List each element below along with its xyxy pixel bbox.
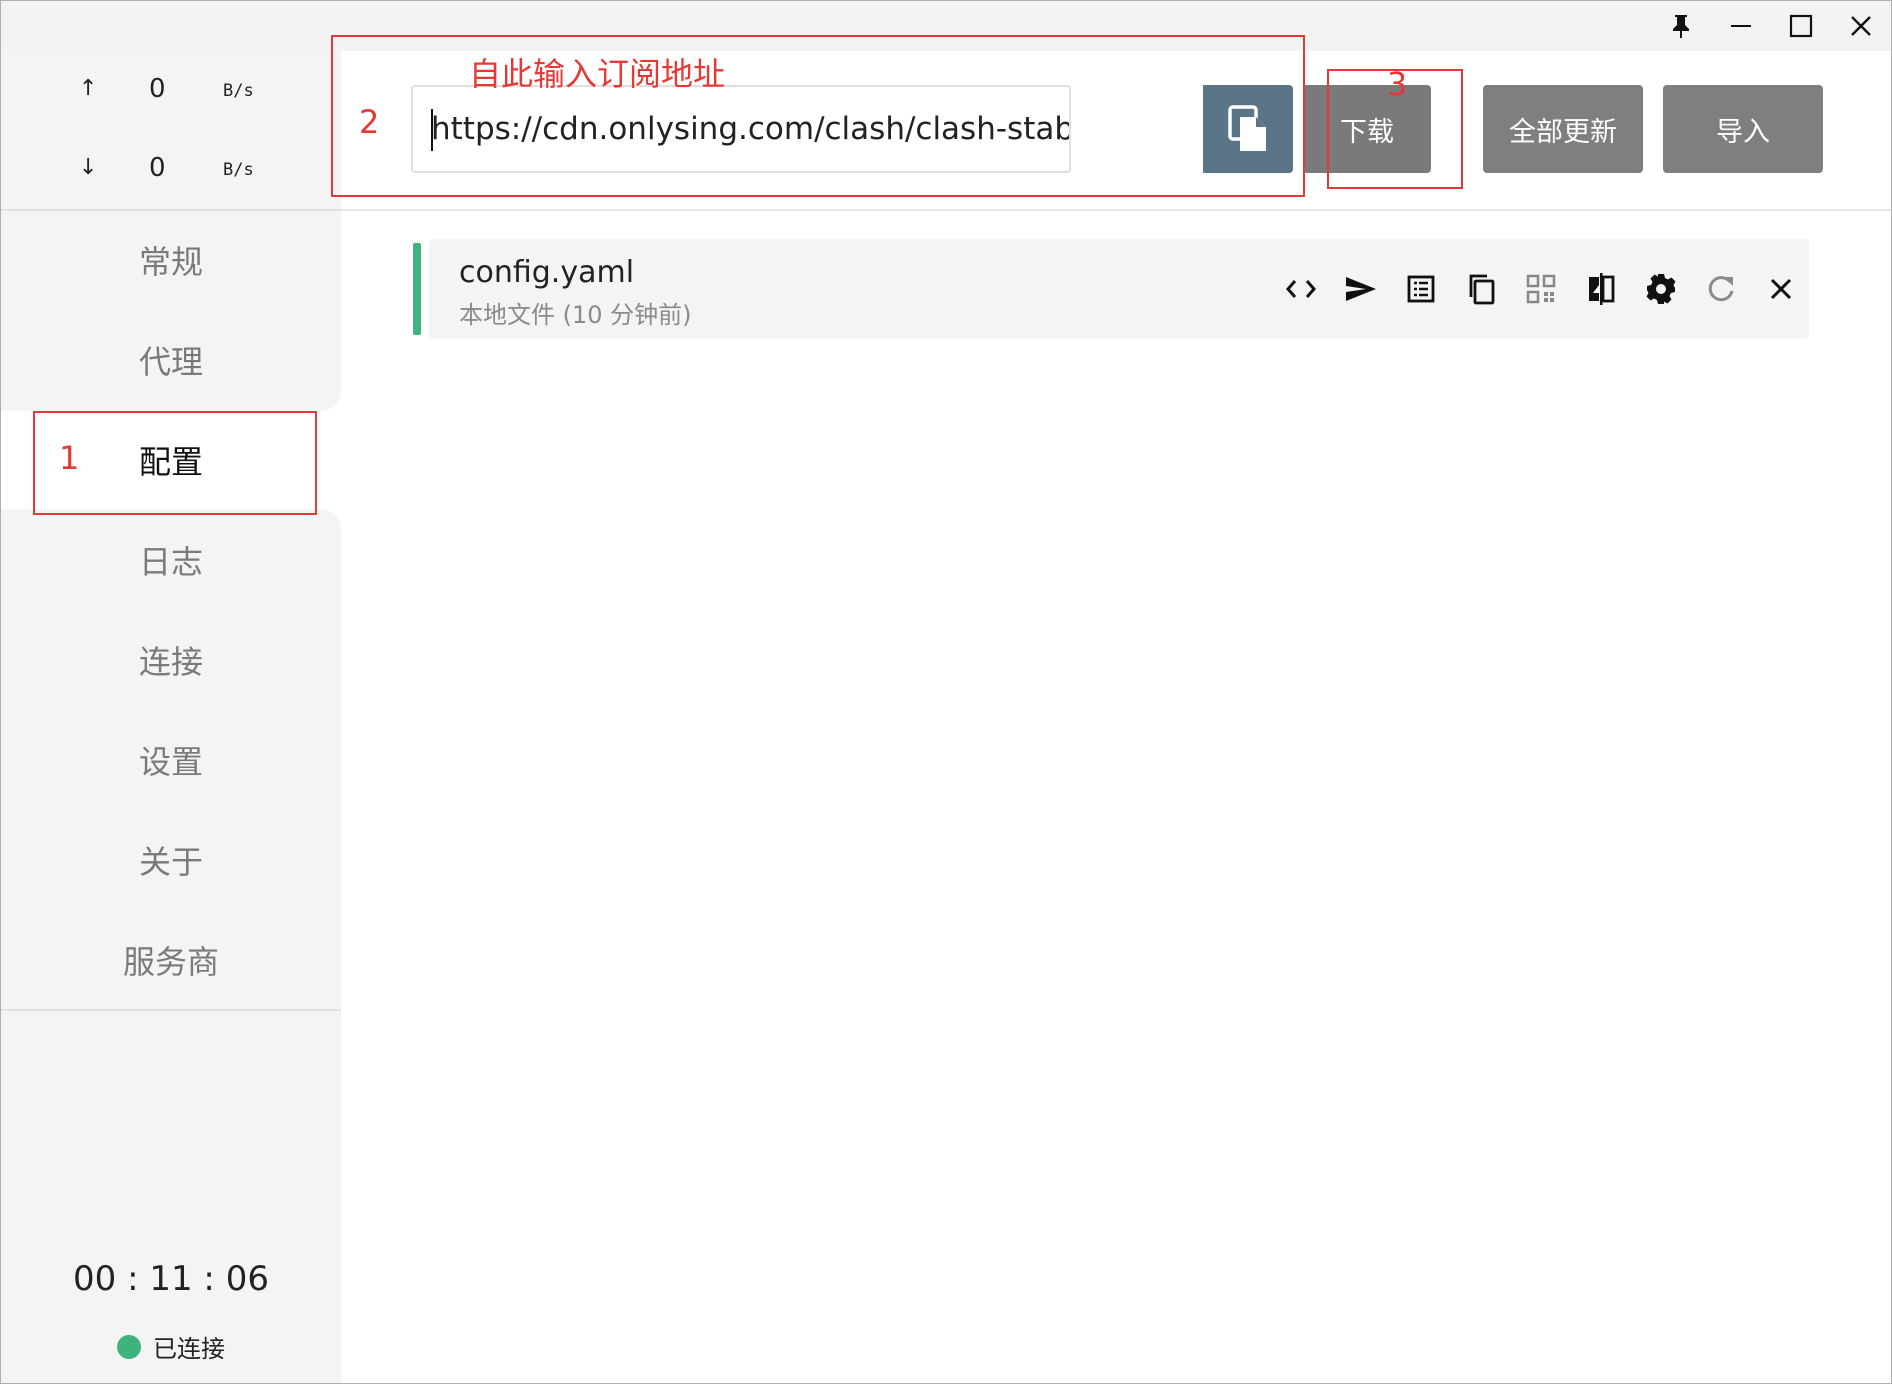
status-dot-icon xyxy=(117,1334,141,1359)
import-button[interactable]: 导入 xyxy=(1663,85,1823,173)
download-arrow-icon: ↓ xyxy=(79,155,98,180)
sidebar-item-providers[interactable]: 服务商 xyxy=(1,911,341,1009)
upload-arrow-icon: ↑ xyxy=(79,76,98,101)
gear-icon[interactable] xyxy=(1639,267,1683,311)
sidebar-item-label: 设置 xyxy=(138,743,203,781)
sidebar-item-label: 关于 xyxy=(138,843,203,881)
upload-speed: ↑ 0 B/s xyxy=(1,69,341,109)
close-icon[interactable] xyxy=(1759,267,1803,311)
sidebar-item-proxies[interactable]: 代理 xyxy=(1,311,341,409)
close-window-icon[interactable] xyxy=(1831,1,1891,51)
update-all-button-label: 全部更新 xyxy=(1509,116,1617,148)
send-icon[interactable] xyxy=(1339,267,1383,311)
sidebar-item-profiles[interactable]: 配置 xyxy=(1,411,341,509)
sidebar-item-label: 代理 xyxy=(138,343,203,381)
sidebar-item-label: 日志 xyxy=(138,543,203,581)
sidebar-item-label: 连接 xyxy=(138,643,203,681)
pin-icon[interactable] xyxy=(1651,1,1711,51)
download-value: 0 xyxy=(149,153,166,183)
uptime-timer: 00 : 11 : 06 xyxy=(73,1259,269,1299)
connection-status: 已连接 xyxy=(1,1329,341,1364)
sidebar-item-about[interactable]: 关于 xyxy=(1,811,341,909)
profile-card[interactable]: config.yaml 本地文件 (10 分钟前) xyxy=(429,239,1809,339)
title-bar xyxy=(1,1,1891,51)
nav-corner-top xyxy=(321,391,341,411)
active-profile-indicator xyxy=(413,243,421,335)
download-speed: ↓ 0 B/s xyxy=(1,148,341,188)
paste-button[interactable] xyxy=(1203,85,1293,173)
update-all-button[interactable]: 全部更新 xyxy=(1483,85,1643,173)
sidebar-item-general[interactable]: 常规 xyxy=(1,211,341,309)
sidebar-divider xyxy=(1,1009,341,1011)
app-window: ↑ 0 B/s ↓ 0 B/s 常规 代理 配置 日志 连接 设置 关于 服务商… xyxy=(0,0,1892,1384)
upload-value: 0 xyxy=(149,74,166,104)
compare-icon[interactable] xyxy=(1579,267,1623,311)
download-button-label: 下载 xyxy=(1340,116,1394,148)
sidebar-item-settings[interactable]: 设置 xyxy=(1,711,341,809)
minimize-icon[interactable] xyxy=(1711,1,1771,51)
traffic-monitor: ↑ 0 B/s ↓ 0 B/s xyxy=(1,51,341,211)
refresh-icon[interactable] xyxy=(1699,267,1743,311)
nav-corner-bottom xyxy=(321,509,341,529)
sidebar-item-label: 服务商 xyxy=(122,943,219,981)
list-icon[interactable] xyxy=(1399,267,1443,311)
import-button-label: 导入 xyxy=(1716,116,1770,148)
toolbar-divider xyxy=(341,209,1891,211)
status-label: 已连接 xyxy=(153,1335,225,1363)
sidebar-item-logs[interactable]: 日志 xyxy=(1,511,341,609)
maximize-icon[interactable] xyxy=(1771,1,1831,51)
code-icon[interactable] xyxy=(1279,267,1323,311)
download-unit: B/s xyxy=(223,160,254,180)
qr-code-icon[interactable] xyxy=(1519,267,1563,311)
text-caret xyxy=(431,109,433,151)
copy-icon[interactable] xyxy=(1459,267,1503,311)
download-button[interactable]: 下载 xyxy=(1303,85,1431,173)
profile-name: config.yaml xyxy=(459,255,635,290)
subscription-url-field[interactable] xyxy=(411,85,1071,173)
profile-subtitle: 本地文件 (10 分钟前) xyxy=(459,301,692,329)
upload-unit: B/s xyxy=(223,81,254,101)
paste-icon xyxy=(1228,105,1266,151)
sidebar-item-label: 常规 xyxy=(138,243,203,281)
sidebar-item-connections[interactable]: 连接 xyxy=(1,611,341,709)
sidebar: ↑ 0 B/s ↓ 0 B/s 常规 代理 配置 日志 连接 设置 关于 服务商… xyxy=(1,51,341,1383)
subscription-url-input[interactable] xyxy=(431,87,1069,171)
sidebar-item-label: 配置 xyxy=(138,443,203,481)
main-panel: 下载 全部更新 导入 config.yaml 本地文件 (10 分钟前) xyxy=(341,51,1891,1383)
